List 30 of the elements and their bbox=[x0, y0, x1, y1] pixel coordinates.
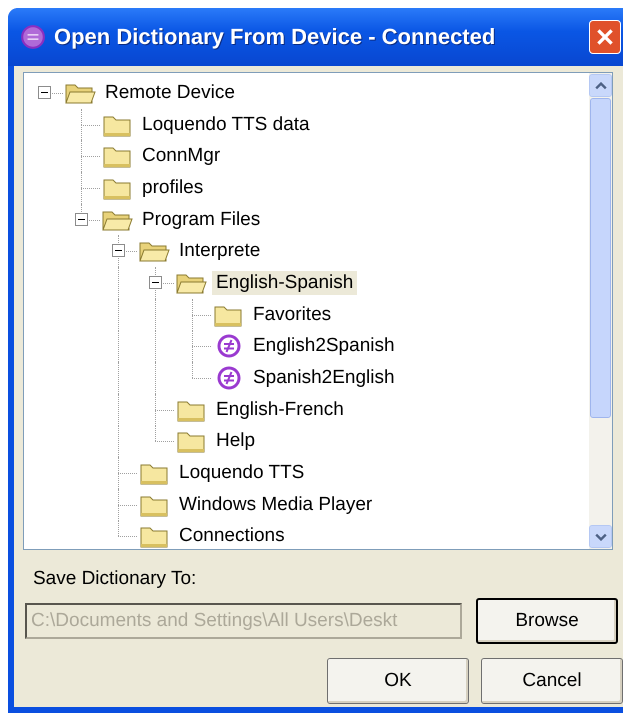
expander-button[interactable] bbox=[112, 244, 125, 258]
close-button[interactable] bbox=[589, 20, 621, 54]
tree-item[interactable]: Loquendo TTS data bbox=[138, 112, 314, 137]
tree-item[interactable]: Favorites bbox=[249, 302, 336, 327]
cancel-button[interactable]: Cancel bbox=[481, 658, 623, 704]
save-label: Save Dictionary To: bbox=[33, 568, 198, 590]
browse-button[interactable]: Browse bbox=[476, 598, 618, 644]
tree-item[interactable]: English2Spanish bbox=[249, 334, 399, 358]
tree-item[interactable]: Connections bbox=[175, 524, 289, 548]
ok-button[interactable]: OK bbox=[327, 658, 469, 704]
expander-button[interactable] bbox=[149, 276, 162, 289]
scrollbar[interactable] bbox=[589, 73, 612, 549]
tree-item[interactable]: Loquendo TTS bbox=[175, 461, 308, 486]
tree-item[interactable]: Program Files bbox=[138, 208, 264, 232]
tree-item[interactable]: Interprete bbox=[175, 239, 264, 264]
scroll-thumb[interactable] bbox=[590, 98, 611, 418]
window-title: Open Dictionary From Device - Connected bbox=[54, 24, 496, 50]
expander-button[interactable] bbox=[38, 86, 51, 99]
tree-item[interactable]: ConnMgr bbox=[138, 144, 224, 168]
tree-item[interactable]: Help bbox=[212, 429, 260, 454]
app-icon bbox=[20, 24, 46, 50]
scroll-down-button[interactable] bbox=[589, 525, 612, 548]
tree-item[interactable]: Windows Media Player bbox=[175, 492, 376, 517]
tree-item[interactable]: Remote Device bbox=[101, 80, 239, 105]
tree-item[interactable]: English-French bbox=[212, 398, 348, 422]
tree-item[interactable]: Spanish2English bbox=[249, 366, 399, 390]
scroll-up-button[interactable] bbox=[589, 74, 612, 97]
tree-item[interactable]: English-Spanish bbox=[212, 270, 358, 295]
tree-item[interactable]: profiles bbox=[138, 176, 208, 200]
expander-button[interactable] bbox=[75, 212, 88, 226]
